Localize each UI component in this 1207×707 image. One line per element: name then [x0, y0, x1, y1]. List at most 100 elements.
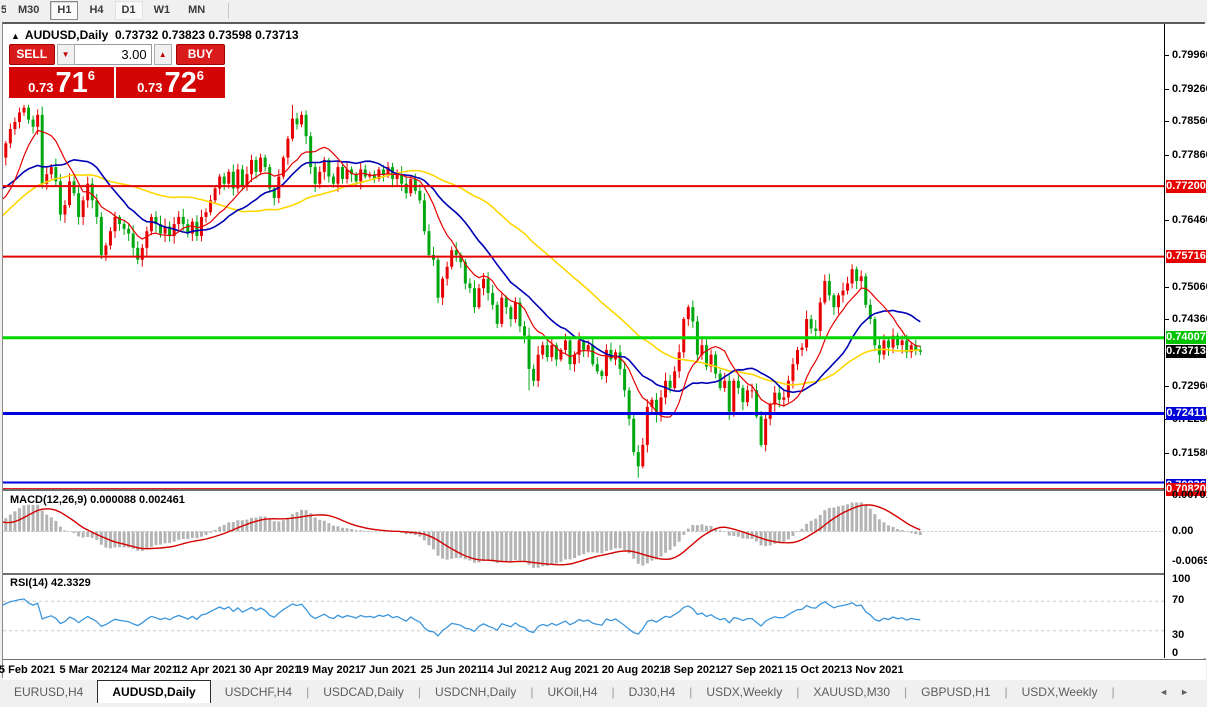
date-axis-label: 30 Apr 2021 [239, 664, 301, 676]
indicator-axis-label: -0.006923 [1172, 555, 1207, 567]
ask-big-digits: 72 [164, 67, 197, 99]
chart-tab-audusd-daily[interactable]: AUDUSD,Daily [97, 680, 211, 704]
panel-separator [3, 489, 1206, 491]
chart-tab-eurusd-h4[interactable]: EURUSD,H4 [0, 680, 97, 704]
chart-tab-ukoil-h4[interactable]: UKOil,H4 [533, 680, 611, 704]
indicator-axis-label: 0.00 [1172, 525, 1194, 537]
price-axis-label: 0.79260 [1172, 83, 1207, 95]
price-level-tag: 0.77200 [1166, 179, 1206, 193]
date-axis-label: 8 Sep 2021 [664, 664, 722, 676]
ask-prefix: 0.73 [137, 80, 163, 95]
volume-decrease-button[interactable]: ▼ [56, 44, 75, 65]
price-axis-label: 0.77860 [1172, 149, 1207, 161]
ohlc-high: 0.73823 [161, 28, 206, 42]
price-level-tag: 0.74007 [1166, 331, 1206, 345]
volume-input[interactable]: 3.00 [74, 44, 152, 65]
rsi-canvas[interactable] [3, 575, 1164, 660]
tab-separator: | [1111, 685, 1115, 699]
chart-tab-dj30-h4[interactable]: DJ30,H4 [615, 680, 690, 704]
price-level-tag: 0.72411 [1166, 407, 1206, 421]
chart-tab-usdcnh-daily[interactable]: USDCNH,Daily [421, 680, 530, 704]
date-axis-label: 14 Jul 2021 [481, 664, 541, 676]
date-axis-label: 15 Feb 2021 [0, 664, 56, 676]
price-axis-label: 0.72960 [1172, 380, 1207, 392]
axis-tick [1165, 386, 1169, 387]
chart-tab-usdx-weekly[interactable]: USDX,Weekly [1008, 680, 1112, 704]
date-axis-label: 3 Nov 2021 [846, 664, 904, 676]
price-level-tag: 0.73713 [1166, 345, 1206, 359]
buy-button[interactable]: BUY [175, 44, 226, 65]
indicator-axis-label: 0 [1172, 647, 1179, 659]
indicator-axis-label: 70 [1172, 594, 1185, 606]
timeframe-button-d1[interactable]: D1 [114, 1, 143, 20]
macd-indicator-label: MACD(12,26,9) 0.000088 0.002461 [10, 494, 185, 506]
ohlc-low: 0.73598 [208, 28, 252, 42]
price-axis-label: 0.78560 [1172, 115, 1207, 127]
status-strip [0, 703, 1207, 707]
bid-pip-digit: 6 [87, 68, 95, 83]
axis-tick [1165, 55, 1169, 56]
date-axis-label: 2 Aug 2021 [541, 664, 599, 676]
timeframe-toolbar: 5 M30 H1 H4 D1 W1 MN [0, 0, 1207, 21]
bid-big-digits: 71 [55, 67, 88, 99]
date-axis-label: 24 Mar 2021 [115, 664, 179, 676]
date-axis-label: 5 Mar 2021 [59, 664, 116, 676]
date-axis-label: 27 Sep 2021 [720, 664, 784, 676]
panel-separator [3, 659, 1206, 660]
timeframe-button-m30[interactable]: M30 [11, 1, 46, 20]
bid-prefix: 0.73 [28, 80, 54, 95]
rsi-indicator-label: RSI(14) 42.3329 [10, 577, 91, 589]
volume-increase-button[interactable]: ▲ [153, 44, 172, 65]
indicator-axis-label: 30 [1172, 629, 1185, 641]
ask-quote[interactable]: 0.73 72 6 [116, 67, 225, 98]
timeframe-button-w1[interactable]: W1 [147, 1, 178, 20]
price-axis: 0.79960 0.79260 0.78560 0.77860 0.76460 0.750… [1164, 24, 1207, 659]
timeframe-button-5[interactable]: 5 [0, 1, 7, 20]
chart-symbol-label: AUDUSD,Daily [24, 28, 109, 42]
price-axis-label: 0.74360 [1172, 313, 1207, 325]
mt4-terminal: 5 M30 H1 H4 D1 W1 MN ▲ AUDUSD,Daily 0.73732 0.7… [0, 0, 1207, 707]
axis-tick [1165, 453, 1169, 454]
date-axis-label: 20 Aug 2021 [601, 664, 666, 676]
collapse-arrow-icon[interactable]: ▲ [11, 31, 20, 41]
bid-quote[interactable]: 0.73 71 6 [9, 67, 115, 99]
axis-tick [1165, 220, 1169, 221]
date-axis-label: 12 Apr 2021 [175, 664, 237, 676]
chart-tab-gbpusd-h1[interactable]: GBPUSD,H1 [907, 680, 1004, 704]
timeframe-button-h4[interactable]: H4 [82, 1, 110, 20]
ask-pip-digit: 6 [196, 68, 204, 83]
indicator-axis-label: 0.007015 [1172, 489, 1207, 501]
chart-tab-usdx-weekly[interactable]: USDX,Weekly [692, 680, 796, 704]
toolbar-separator [228, 2, 230, 19]
price-axis-label: 0.71580 [1172, 447, 1207, 459]
chart-title: ▲ AUDUSD,Daily 0.73732 0.73823 0.73598 0.… [11, 28, 299, 42]
chart-tab-bar: EURUSD,H4 AUDUSD,Daily USDCHF,H4 | USDCAD,Da… [0, 678, 1207, 704]
date-axis-label: 25 Jun 2021 [420, 664, 483, 676]
panel-separator [3, 573, 1206, 575]
price-axis-label: 0.75060 [1172, 281, 1207, 293]
axis-tick [1165, 121, 1169, 122]
ohlc-close: 0.73713 [255, 28, 299, 42]
price-level-tag: 0.75716 [1166, 250, 1206, 264]
axis-tick [1165, 155, 1169, 156]
one-click-trade-panel: SELL ▼ 3.00 ▲ BUY 0.73 71 6 0.73 72 6 [9, 44, 226, 99]
chart-tab-usdcad-daily[interactable]: USDCAD,Daily [309, 680, 418, 704]
price-axis-label: 0.76460 [1172, 214, 1207, 226]
axis-tick [1165, 89, 1169, 90]
axis-tick [1165, 287, 1169, 288]
axis-tick [1165, 319, 1169, 320]
date-axis-label: 19 May 2021 [296, 664, 361, 676]
date-axis-label: 7 Jun 2021 [359, 664, 417, 676]
tab-scroll-arrows[interactable]: ◄► [1159, 687, 1201, 697]
price-axis-label: 0.79960 [1172, 49, 1207, 61]
indicator-axis-label: 100 [1172, 573, 1191, 585]
date-axis: 15 Feb 20215 Mar 202124 Mar 202112 Apr 2… [0, 660, 1206, 680]
chart-window: ▲ AUDUSD,Daily 0.73732 0.73823 0.73598 0.… [0, 22, 1207, 680]
chart-tab-usdchf-h4[interactable]: USDCHF,H4 [211, 680, 306, 704]
chart-tab-xauusd-m30[interactable]: XAUUSD,M30 [799, 680, 904, 704]
ohlc-open: 0.73732 [114, 28, 159, 42]
sell-button[interactable]: SELL [9, 44, 55, 65]
timeframe-button-mn[interactable]: MN [181, 1, 212, 20]
date-axis-label: 15 Oct 2021 [785, 664, 847, 676]
timeframe-button-h1[interactable]: H1 [50, 1, 79, 20]
